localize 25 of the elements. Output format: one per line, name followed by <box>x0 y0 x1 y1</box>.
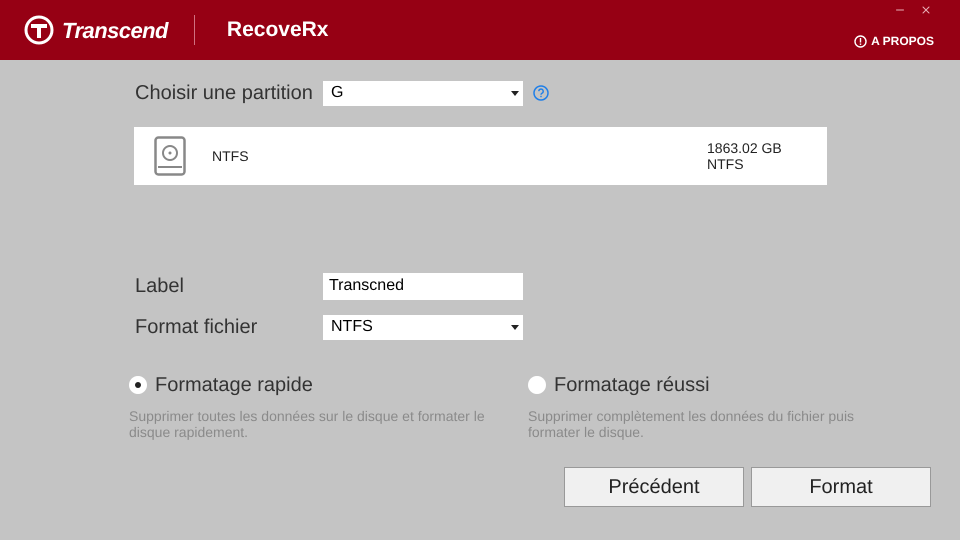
close-icon[interactable] <box>920 4 932 16</box>
partition-dropdown[interactable]: G <box>323 80 523 106</box>
partition-size: 1863.02 GB <box>707 140 782 156</box>
format-caption: Format fichier <box>134 315 258 340</box>
hard-drive-icon <box>154 136 186 176</box>
option-description: Supprimer toutes les données sur le disque et formater le disque rapidement. <box>129 408 486 440</box>
action-button[interactable]: Précédent <box>564 467 744 507</box>
info-icon <box>854 34 868 48</box>
format-option-radio[interactable]: Formatage rapide <box>129 370 528 400</box>
format-option-radio[interactable]: Formatage réussi <box>528 370 927 400</box>
logo-icon <box>24 15 54 45</box>
dropdown-caret-icon <box>511 90 519 96</box>
partition-name: NTFS <box>212 146 250 166</box>
app-title: RecoveRx <box>226 17 328 44</box>
partition-card[interactable]: NTFS 1863.02 GB NTFS <box>134 127 827 185</box>
dropdown-caret-icon <box>511 324 519 330</box>
partition-filesystem: NTFS <box>707 156 745 172</box>
label-input[interactable]: Transcned <box>323 272 523 300</box>
about-link[interactable]: A PROPOS <box>854 32 934 50</box>
brand-name: Transcend <box>62 16 168 44</box>
option-description: Supprimer complètement les données du fichier puis formater le disque. <box>528 408 856 440</box>
label-caption: Label <box>134 274 185 299</box>
format-dropdown[interactable]: NTFS <box>323 314 523 340</box>
action-button[interactable]: Format <box>751 467 931 507</box>
partition-label: Choisir une partition <box>134 81 314 106</box>
